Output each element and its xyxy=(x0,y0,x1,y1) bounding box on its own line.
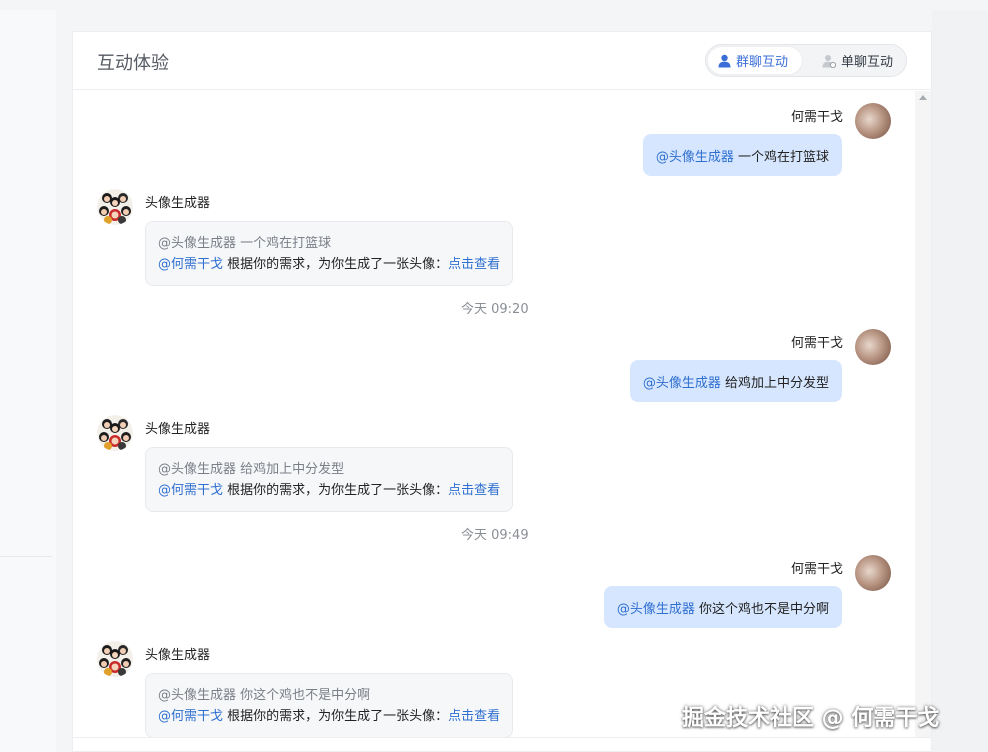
watermark: 掘金技术社区 @ 何需干戈 xyxy=(682,706,940,731)
tab-single-chat-label: 单聊互动 xyxy=(841,55,894,70)
message-timestamp: 今天 09:20 xyxy=(461,302,529,317)
user-message-bubble: @头像生成器 一个鸡在打篮球 xyxy=(642,134,842,176)
user-icon xyxy=(718,54,731,67)
chat-mode-toggle: 群聊互动 单聊互动 xyxy=(705,44,907,77)
user-avatar[interactable] xyxy=(855,555,891,591)
bot-mention[interactable]: @头像生成器 xyxy=(656,146,734,165)
user-name: 何需干戈 xyxy=(790,562,843,577)
scroll-up-arrow-icon[interactable] xyxy=(919,95,927,100)
top-strip xyxy=(0,0,988,10)
bot-name: 头像生成器 xyxy=(145,422,211,437)
bot-reply: @何需干戈 根据你的需求，为你生成了一张头像：点击查看 xyxy=(158,480,500,502)
right-background xyxy=(932,10,988,752)
avatar-generator-icon xyxy=(97,189,133,225)
bot-mention[interactable]: @头像生成器 xyxy=(643,372,721,391)
tab-group-chat-label: 群聊互动 xyxy=(736,55,789,70)
bot-name: 头像生成器 xyxy=(145,196,211,211)
avatar-generator-icon xyxy=(97,415,133,451)
bot-reply: @何需干戈 根据你的需求，为你生成了一张头像：点击查看 xyxy=(158,706,500,728)
panel-header: 互动体验 群聊互动 单聊互动 xyxy=(73,32,931,90)
bot-message-bubble: @头像生成器 你这个鸡也不是中分啊 @何需干戈 根据你的需求，为你生成了一张头像… xyxy=(145,673,513,737)
page-title: 互动体验 xyxy=(97,53,169,74)
user-name: 何需干戈 xyxy=(790,336,843,351)
user-chat-icon xyxy=(822,54,836,68)
user-message-text: 一个鸡在打篮球 xyxy=(737,149,829,165)
bot-message-bubble: @头像生成器 一个鸡在打篮球 @何需干戈 根据你的需求，为你生成了一张头像：点击… xyxy=(145,221,513,286)
view-avatar-link[interactable]: 点击查看 xyxy=(448,257,500,272)
panel-footer-divider xyxy=(73,737,931,738)
user-avatar[interactable] xyxy=(855,103,891,139)
user-message-bubble: @头像生成器 给鸡加上中分发型 xyxy=(629,360,842,402)
user-mention[interactable]: @何需干戈 xyxy=(158,483,223,498)
user-mention[interactable]: @何需干戈 xyxy=(158,709,223,724)
user-message-text: 给鸡加上中分发型 xyxy=(724,375,829,391)
quoted-message: @头像生成器 给鸡加上中分发型 xyxy=(158,462,345,477)
user-message-bubble: @头像生成器 你这个鸡也不是中分啊 xyxy=(603,586,842,628)
bot-avatar[interactable] xyxy=(97,641,133,677)
bot-mention[interactable]: @头像生成器 xyxy=(617,598,695,617)
left-sidebar xyxy=(0,10,56,752)
user-message-text: 你这个鸡也不是中分啊 xyxy=(698,601,829,617)
view-avatar-link[interactable]: 点击查看 xyxy=(448,709,500,724)
avatar-generator-icon xyxy=(97,641,133,677)
bot-reply: @何需干戈 根据你的需求，为你生成了一张头像：点击查看 xyxy=(158,254,500,276)
chat-panel: 互动体验 群聊互动 单聊互动 何需干戈 @头像生成器 一个鸡在打篮球 头像生成器… xyxy=(72,31,932,752)
bot-avatar[interactable] xyxy=(97,189,133,225)
bot-reply-text: 根据你的需求，为你生成了一张头像： xyxy=(227,257,449,272)
user-name: 何需干戈 xyxy=(790,110,843,125)
quoted-message: @头像生成器 你这个鸡也不是中分啊 xyxy=(158,688,371,703)
view-avatar-link[interactable]: 点击查看 xyxy=(448,483,500,498)
user-mention[interactable]: @何需干戈 xyxy=(158,257,223,272)
message-timestamp: 今天 09:49 xyxy=(461,528,529,543)
sidebar-divider xyxy=(0,556,52,557)
scrollbar[interactable] xyxy=(915,91,931,737)
bot-avatar[interactable] xyxy=(97,415,133,451)
bot-reply-text: 根据你的需求，为你生成了一张头像： xyxy=(227,483,449,498)
bot-reply-text: 根据你的需求，为你生成了一张头像： xyxy=(227,709,449,724)
quoted-message: @头像生成器 一个鸡在打篮球 xyxy=(158,236,332,251)
user-avatar[interactable] xyxy=(855,329,891,365)
tab-single-chat[interactable]: 单聊互动 xyxy=(812,47,904,74)
bot-name: 头像生成器 xyxy=(145,648,211,663)
message-list[interactable]: 何需干戈 @头像生成器 一个鸡在打篮球 头像生成器 @头像生成器 一个鸡在打篮球… xyxy=(73,91,915,737)
tab-group-chat[interactable]: 群聊互动 xyxy=(708,47,802,74)
bot-message-bubble: @头像生成器 给鸡加上中分发型 @何需干戈 根据你的需求，为你生成了一张头像：点… xyxy=(145,447,513,512)
